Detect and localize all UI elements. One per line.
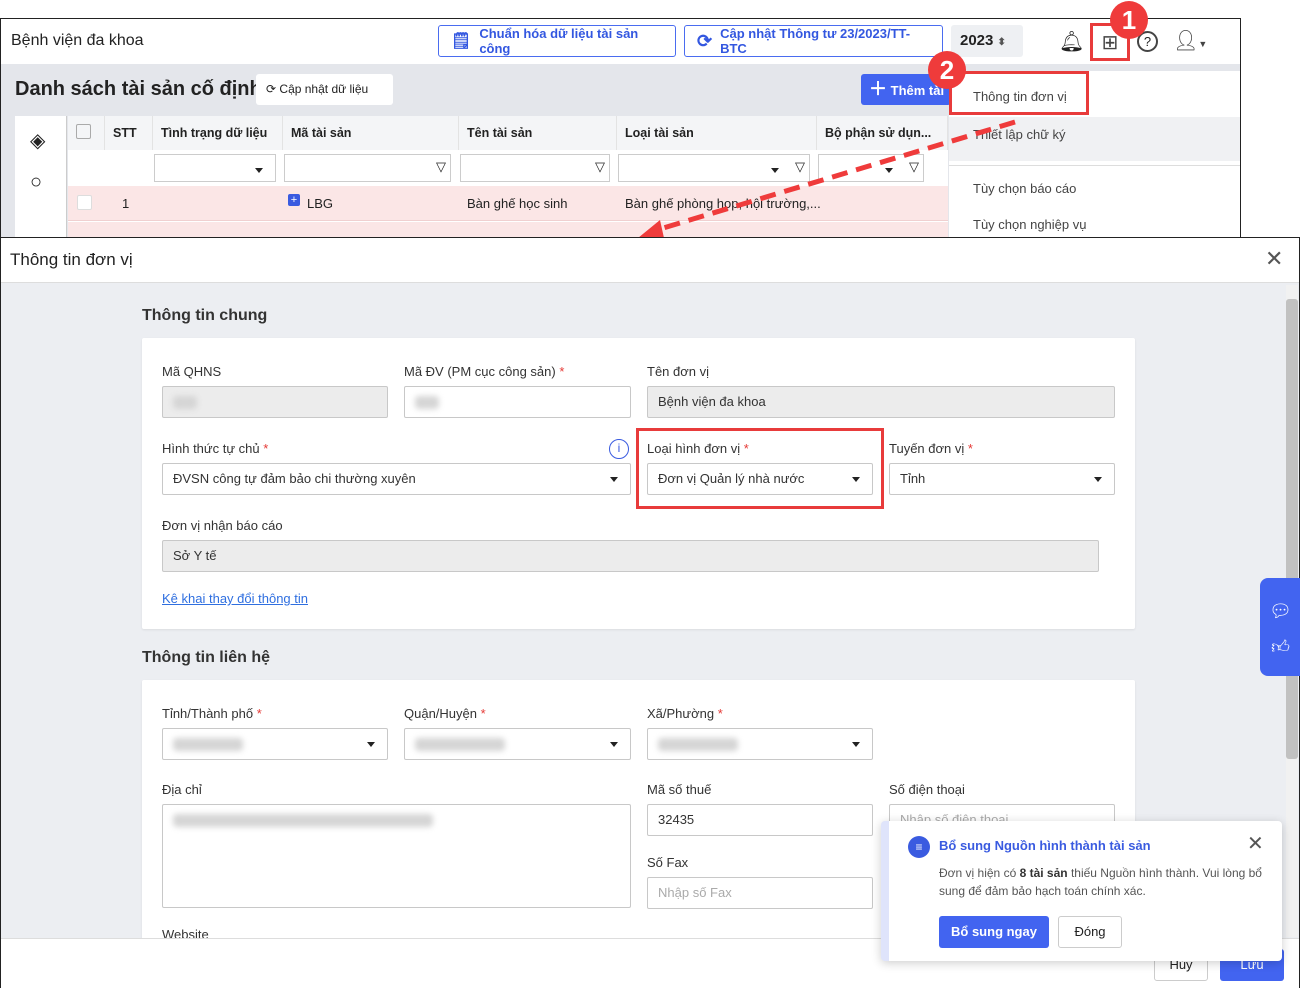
- status-filter[interactable]: [154, 154, 276, 182]
- layers-icon[interactable]: ◈: [30, 128, 45, 153]
- search-icon[interactable]: ○: [30, 171, 42, 194]
- address-field[interactable]: [162, 804, 631, 908]
- field-label: Xã/Phường *: [647, 706, 723, 721]
- refresh-data-button[interactable]: ⟳ Cập nhật dữ liệu: [256, 74, 393, 105]
- row-code: LBG: [307, 196, 334, 211]
- feedback-widget[interactable]: 💬︎ 👍︎: [1260, 578, 1300, 676]
- name-filter[interactable]: ▽: [460, 154, 610, 182]
- unit-type-select[interactable]: Đơn vị Quản lý nhà nước: [647, 463, 873, 495]
- column-header[interactable]: STT: [105, 116, 153, 150]
- field-label: Tỉnh/Thành phố *: [162, 706, 262, 721]
- refresh-icon: ⟳: [697, 30, 713, 51]
- year-select[interactable]: 2023 ⬍: [951, 25, 1023, 57]
- field-label: Quận/Huyện *: [404, 706, 486, 721]
- document-star-icon: 🗒: [451, 33, 472, 50]
- add-now-button[interactable]: Bổ sung ngay: [939, 916, 1049, 948]
- filter-icon[interactable]: ▽: [436, 159, 446, 175]
- field-label: Địa chỉ: [162, 782, 202, 797]
- filter-icon[interactable]: ▽: [595, 159, 605, 175]
- bell-icon[interactable]: 🔔︎: [1059, 29, 1084, 54]
- update-circular-button[interactable]: ⟳ Cập nhật Thông tư 23/2023/TT-BTC: [684, 25, 943, 57]
- sort-icon: ⬍: [997, 37, 1006, 48]
- row-name: Bàn ghế học sinh: [467, 196, 568, 211]
- field-label: Tên đơn vị: [647, 364, 709, 379]
- field-label: Đơn vị nhận báo cáo: [162, 518, 283, 533]
- column-header[interactable]: Tình trạng dữ liệu: [153, 116, 283, 150]
- declare-changes-link[interactable]: Kê khai thay đổi thông tin: [162, 591, 308, 606]
- unit-code-field[interactable]: [404, 386, 631, 418]
- qhns-field: [162, 386, 388, 418]
- general-info-card: Mã QHNS Mã ĐV (PM cục công sản) * Tên đơ…: [142, 338, 1135, 629]
- field-label: Mã QHNS: [162, 364, 222, 379]
- toast-message: Đơn vị hiện có 8 tài sản thiếu Nguồn hìn…: [939, 866, 1262, 898]
- column-header[interactable]: Mã tài sản: [283, 116, 459, 150]
- field-label: Tuyến đơn vị *: [889, 441, 973, 456]
- thumbs-up-icon[interactable]: 👍︎: [1260, 629, 1300, 665]
- field-label: Mã ĐV (PM cục công sản) *: [404, 364, 565, 379]
- chat-icon[interactable]: 💬︎: [1260, 593, 1300, 629]
- step-badge: 1: [1110, 1, 1148, 39]
- code-filter[interactable]: ▽: [284, 154, 451, 182]
- field-label: Loại hình đơn vị *: [647, 441, 749, 456]
- section-heading: Thông tin chung: [142, 307, 268, 324]
- close-icon[interactable]: ✕: [1247, 831, 1264, 856]
- page-title: Danh sách tài sản cố định: [15, 78, 262, 100]
- unit-name: Bệnh viện đa khoa: [11, 32, 144, 49]
- report-recipient-field: Sở Y tế: [162, 540, 1099, 572]
- field-label: Hình thức tự chủ *: [162, 441, 269, 456]
- dialog-title: Thông tin đơn vị: [10, 250, 133, 269]
- column-header[interactable]: Tên tài sản: [459, 116, 617, 150]
- notification-toast: ≡ Bổ sung Nguồn hình thành tài sản ✕ Đơn…: [881, 821, 1282, 961]
- row-checkbox[interactable]: [77, 195, 92, 210]
- ward-select[interactable]: [647, 728, 873, 760]
- fax-field[interactable]: Nhập số Fax: [647, 877, 873, 909]
- province-select[interactable]: [162, 728, 388, 760]
- select-all-checkbox[interactable]: [76, 124, 91, 139]
- side-tools: ◈ ○: [15, 116, 67, 237]
- dialog-header: Thông tin đơn vị ✕: [1, 238, 1299, 283]
- info-icon[interactable]: i: [609, 439, 629, 459]
- top-bar: Bệnh viện đa khoa 🗒 Chuẩn hóa dữ liệu tài…: [1, 19, 1240, 64]
- select-all-header: [68, 116, 105, 150]
- unit-name-field: Bệnh viện đa khoa: [647, 386, 1115, 418]
- row-stt: 1: [122, 196, 130, 211]
- section-heading: Thông tin liên hệ: [142, 649, 270, 666]
- plus-icon: ＋: [869, 79, 887, 99]
- message-icon: ≡: [908, 836, 930, 858]
- refresh-icon: ⟳: [266, 82, 277, 96]
- autonomy-select[interactable]: ĐVSN công tự đảm bảo chi thường xuyên: [162, 463, 631, 495]
- field-label: Số điện thoại: [889, 782, 965, 797]
- unit-level-select[interactable]: Tỉnh: [889, 463, 1115, 495]
- district-select[interactable]: [404, 728, 631, 760]
- user-icon[interactable]: 👤︎▼: [1173, 28, 1207, 53]
- field-label: Số Fax: [647, 855, 689, 870]
- close-icon[interactable]: ✕: [1265, 246, 1283, 272]
- standardize-button[interactable]: 🗒 Chuẩn hóa dữ liệu tài sản công: [438, 25, 676, 57]
- expand-icon[interactable]: +: [288, 194, 300, 206]
- annotation-arrow: [638, 119, 1016, 238]
- step-badge: 2: [928, 51, 966, 89]
- tax-code-field[interactable]: 32435: [647, 804, 873, 836]
- dismiss-button[interactable]: Đóng: [1058, 916, 1122, 948]
- toast-title: Bổ sung Nguồn hình thành tài sản: [939, 838, 1151, 853]
- field-label: Mã số thuế: [647, 782, 712, 797]
